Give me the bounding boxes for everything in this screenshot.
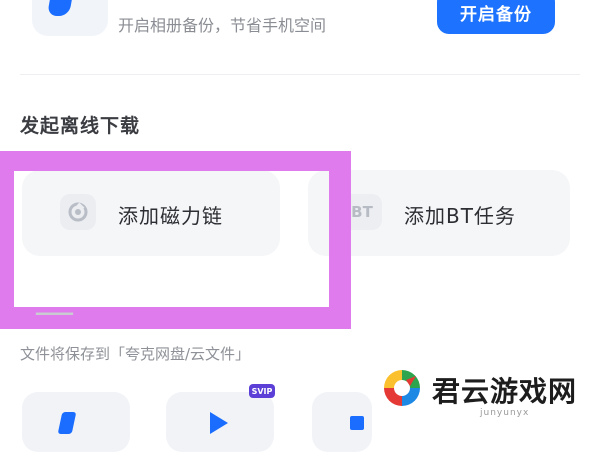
svip-badge: SVIP [249, 384, 275, 398]
tile-3-icon [350, 416, 364, 430]
cloud-backup-icon [47, 0, 75, 16]
photo-backup-description: 开启相册备份，节省手机空间 [118, 16, 327, 35]
add-bt-task-label: 添加BT任务 [404, 204, 516, 228]
photo-backup-icon-tile [32, 0, 108, 36]
save-location-hint: 文件将保存到「夸克网盘/云文件」 [20, 345, 251, 363]
offline-download-title: 发起离线下载 [20, 115, 141, 137]
bottom-tile-2[interactable] [166, 392, 274, 452]
bottom-tile-1[interactable] [22, 392, 130, 452]
watermark-domain: junyunyx [480, 408, 530, 418]
obscured-section-label: ▁▁▁ [36, 296, 73, 315]
bottom-tile-3[interactable] [312, 392, 372, 452]
enable-backup-button[interactable]: 开启备份 [437, 0, 555, 34]
watermark-text: 君云游戏网 [432, 375, 578, 408]
watermark-logo-icon [384, 370, 420, 406]
play-icon [210, 412, 228, 434]
tile-1-icon [57, 412, 77, 434]
section-divider [20, 74, 580, 75]
